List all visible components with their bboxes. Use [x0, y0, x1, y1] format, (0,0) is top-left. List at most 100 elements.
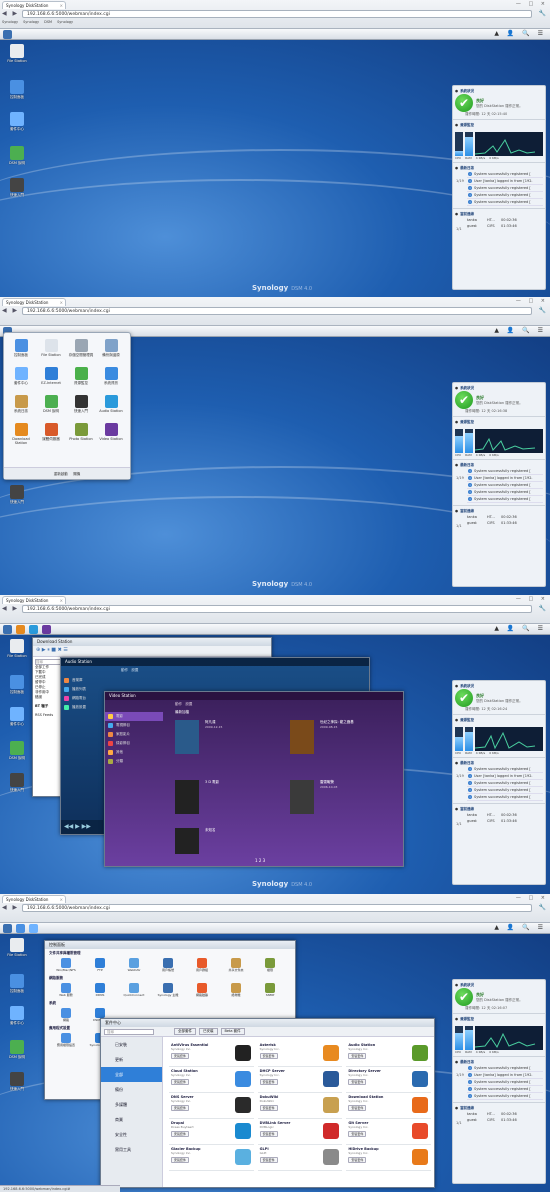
player-controls[interactable]: ◀◀ ▶ ▶▶ [61, 820, 103, 834]
cp-item[interactable]: 終端機 [219, 983, 253, 997]
menu-app-item[interactable]: Photo Station [66, 423, 96, 451]
desktop-icon-package-center[interactable]: 套件中心 [4, 1006, 30, 1026]
cp-item[interactable]: QuickConnect [117, 983, 151, 997]
install-button[interactable]: 安裝套件 [171, 1079, 190, 1085]
package-item[interactable]: Directory Server Synology Inc. 安裝套件 [346, 1067, 431, 1093]
install-button[interactable]: 安裝套件 [259, 1053, 278, 1059]
install-button[interactable]: 安裝套件 [171, 1131, 190, 1137]
nav-item[interactable]: 電影 [116, 714, 123, 719]
taskbar-tools[interactable]: ▲ 👤 🔍 ☰ [494, 30, 546, 37]
tab-beta[interactable]: Beta 套件 [220, 1028, 245, 1035]
log-pager[interactable]: 1/19 [456, 179, 464, 183]
address-bar[interactable]: 192.168.6.6:5000/webman/index.cgi [22, 307, 532, 315]
desktop-icon-package-center[interactable]: 套件中心 [4, 707, 30, 727]
nav-item[interactable]: 多媒體 [101, 1097, 162, 1112]
menu-app-item[interactable]: 套件中心 [6, 367, 36, 395]
nav-item[interactable]: 備份 [101, 1082, 162, 1097]
package-item[interactable]: HiDrive Backup Synology Inc. 安裝套件 [346, 1145, 431, 1171]
menu-app-item[interactable]: 備份與還原 [96, 339, 126, 367]
package-item[interactable]: Download Station Synology Inc. 安裝套件 [346, 1093, 431, 1119]
nav-item[interactable]: 播放列表 [72, 687, 86, 692]
address-bar[interactable]: 192.168.6.6:5000/webman/index.cgi [22, 605, 532, 613]
nav-item[interactable]: 電視節目 [116, 723, 130, 728]
video-station-taskbar-icon[interactable] [42, 625, 51, 634]
nav-item[interactable]: 分類 [116, 759, 123, 764]
wrench-icon[interactable]: 🔧 [539, 307, 546, 314]
install-button[interactable]: 安裝套件 [348, 1131, 367, 1137]
desktop-icon-quickstart[interactable]: 快速入門 [4, 178, 30, 198]
cp-item[interactable]: 共享文件夾 [219, 958, 253, 972]
desktop-icon-file-station[interactable]: File Station [4, 639, 30, 658]
control-panel-taskbar-icon[interactable] [16, 924, 25, 933]
movie-card[interactable]: 未知名 [175, 828, 279, 858]
taskbar-tools[interactable]: ▲ 👤 🔍 ☰ [494, 327, 546, 334]
install-button[interactable]: 安裝套件 [259, 1131, 278, 1137]
menu-app-item[interactable]: 存儲空間管理員 [66, 339, 96, 367]
package-item[interactable]: Asterisk Synology Inc. 安裝套件 [257, 1041, 343, 1067]
main-menu-icon[interactable] [3, 924, 12, 933]
nav-item[interactable]: 其他 [116, 750, 123, 755]
desktop-icon-quickstart[interactable]: 快速入門 [4, 773, 30, 793]
pagination[interactable]: 1 2 3 [255, 858, 265, 863]
cp-item[interactable]: SNMP [253, 983, 287, 997]
address-bar[interactable]: 192.168.6.6:5000/webman/index.cgi [22, 904, 532, 912]
desktop-icon-file-station[interactable]: File Station [4, 44, 30, 63]
nav-item[interactable]: 商業 [101, 1112, 162, 1127]
desktop-icon-package-center[interactable]: 套件中心 [4, 112, 30, 132]
cp-item[interactable]: 應用權限設置 [49, 1033, 83, 1047]
menu-app-item[interactable]: Download Station [6, 423, 36, 451]
movie-card[interactable]: 阿凡達 2009-12-15 [175, 720, 279, 770]
nav-item[interactable]: 更新 [101, 1052, 162, 1067]
menu-app-item[interactable]: 系統日誌 [6, 395, 36, 423]
nav-item[interactable]: 安全性 [101, 1127, 162, 1142]
window-controls[interactable]: — □ × [516, 298, 548, 304]
bookmark[interactable]: Synology [2, 20, 18, 24]
package-item[interactable]: GLPI GLPI 安裝套件 [257, 1145, 343, 1171]
package-item[interactable]: AntiVirus Essential Synology Inc. 安裝套件 [169, 1041, 254, 1067]
cp-item[interactable]: 網路 [49, 1008, 83, 1022]
menu-app-item[interactable]: File Station [36, 339, 66, 367]
desktop-icon-quickstart[interactable]: 快速入門 [4, 485, 30, 505]
bookmark[interactable]: Synology [57, 20, 73, 24]
nav-item[interactable]: 家庭影片 [116, 732, 130, 737]
install-button[interactable]: 安裝套件 [348, 1053, 367, 1059]
search-input[interactable]: 搜尋 [104, 1028, 154, 1035]
taskbar-tools[interactable]: ▲ 👤 🔍 ☰ [494, 924, 546, 931]
movie-card[interactable]: 3 D 電影 [175, 780, 279, 820]
browser-tab[interactable]: Synology DiskStation [2, 298, 66, 306]
nav-item[interactable]: 網路電台 [72, 696, 86, 701]
menu-app-item[interactable]: Audio Station [96, 395, 126, 423]
install-button[interactable]: 安裝套件 [348, 1079, 367, 1085]
shutdown-button[interactable]: 關機 [73, 472, 80, 476]
restart-button[interactable]: 重新啟動 [54, 472, 68, 476]
package-item[interactable]: DVBLink Server DVBLogic 安裝套件 [257, 1119, 343, 1145]
audio-toolbar[interactable]: 動作 設置 [121, 668, 138, 673]
install-button[interactable]: 安裝套件 [171, 1157, 190, 1163]
nav-item[interactable]: 已安裝 [101, 1037, 162, 1052]
menu-app-item[interactable]: Video Station [96, 423, 126, 451]
nav-item[interactable]: 實用工具 [101, 1142, 162, 1157]
window-controls[interactable]: — □ × [516, 895, 548, 901]
menu-app-item[interactable]: 系統資訊 [96, 367, 126, 395]
install-button[interactable]: 安裝套件 [259, 1105, 278, 1111]
bookmark[interactable]: Synology [23, 20, 39, 24]
audio-station-taskbar-icon[interactable] [29, 625, 38, 634]
menu-app-item[interactable]: DSM 說明 [36, 395, 66, 423]
menu-app-item[interactable]: 控制面板 [6, 339, 36, 367]
browser-tab[interactable]: Synology DiskStation [2, 596, 66, 604]
cp-item[interactable]: 用戶帳號 [151, 958, 185, 972]
wrench-icon[interactable]: 🔧 [539, 904, 546, 911]
cp-item[interactable]: 權限 [253, 958, 287, 972]
package-item[interactable]: Glacier Backup Synology Inc. 安裝套件 [169, 1145, 254, 1171]
window-controls[interactable]: — □ × [516, 596, 548, 602]
desktop-icon-help[interactable]: DSM 說明 [4, 1040, 30, 1060]
cp-item[interactable]: DDNS [83, 983, 117, 997]
menu-app-item[interactable]: 資源監控 [66, 367, 96, 395]
nav-item[interactable]: 全部 [101, 1067, 162, 1082]
package-item[interactable]: DNS Server Synology Inc. 安裝套件 [169, 1093, 254, 1119]
cp-item[interactable]: Win/Mac/NFS [49, 958, 83, 972]
taskbar-tools[interactable]: ▲ 👤 🔍 ☰ [494, 625, 546, 632]
main-menu-icon[interactable] [3, 625, 12, 634]
wrench-icon[interactable]: 🔧 [539, 10, 546, 17]
package-center-taskbar-icon[interactable] [29, 924, 38, 933]
